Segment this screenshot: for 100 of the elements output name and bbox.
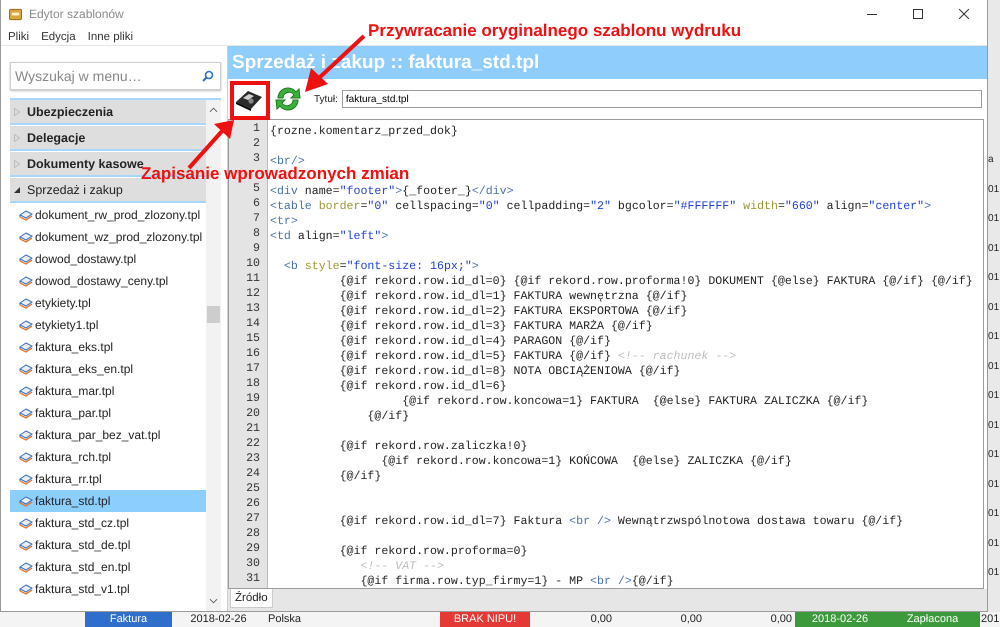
line-number: 10 <box>245 256 261 271</box>
table-cell-text: Polska <box>267 612 302 627</box>
document-icon <box>19 319 33 331</box>
code-line: {@if rekord.row.proforma=0} <box>338 545 528 558</box>
table-cell-text: 01 <box>988 360 1000 374</box>
document-icon <box>19 231 33 243</box>
table-cell-text: 2018-02-26 <box>189 612 248 627</box>
tree-item[interactable]: faktura_mar.tpl <box>10 380 206 402</box>
table-cell: BRAK NIPU! <box>440 612 530 627</box>
tree-group[interactable]: Ubezpieczenia <box>10 100 206 125</box>
line-number: 9 <box>252 241 261 256</box>
table-cell-text: 01 <box>988 213 1000 226</box>
title-label: Tytuł: <box>314 94 338 104</box>
line-number: 3 <box>252 151 261 166</box>
code-line: {@/if} <box>366 410 410 423</box>
table-cell-text: 0,00 <box>770 612 793 627</box>
line-number: 22 <box>245 436 261 451</box>
table-cell-text: 01 <box>988 302 1000 314</box>
line-number: 1 <box>252 121 261 136</box>
title-field[interactable]: faktura_std.tpl <box>342 90 982 108</box>
search-field[interactable]: Wyszukaj w menu… <box>10 62 221 90</box>
table-cell-text: 01 <box>988 508 1000 521</box>
tree-item[interactable]: faktura_eks.tpl <box>10 336 206 358</box>
expanded-icon <box>13 186 21 194</box>
line-number: 23 <box>245 451 261 466</box>
menu-item[interactable]: Pliki <box>8 30 30 42</box>
tree-item[interactable]: faktura_rr.tpl <box>10 468 206 490</box>
menu-item[interactable]: Inne pliki <box>88 30 134 42</box>
code-line: {@if rekord.row.koncowa=1} FAKTURA {@else} FAKTURA ZALICZKA {@/if} <box>401 395 868 408</box>
scroll-down-icon[interactable] <box>209 598 218 604</box>
code-line: {@if rekord.row.id_dl=3} FAKTURA MARŻA {@/if} <box>338 320 653 333</box>
collapsed-icon <box>13 134 21 142</box>
code-line: {@if rekord.row.id_dl=2} FAKTURA EKSPORTOWA {@/if} <box>338 305 688 318</box>
line-number: 20 <box>245 406 261 421</box>
table-cell-text: 01 <box>988 242 1000 256</box>
line-number: 16 <box>245 346 261 361</box>
tree-item[interactable]: faktura_std_cz.tpl <box>10 512 206 534</box>
code-line: {@if rekord.row.id_dl=4} PARAGON {@/if} <box>338 335 611 348</box>
code-line: <b style="font-size: 16px;"> <box>282 260 479 273</box>
line-number: 25 <box>245 481 261 496</box>
document-icon <box>19 385 33 397</box>
code-line: {@if rekord.row.koncowa=1} KOŃCOWA {@else} ZALICZKA {@/if} <box>380 455 792 468</box>
code-line: <div name="footer">{_footer_}</div> <box>270 185 514 198</box>
app-icon <box>9 8 22 20</box>
line-number: 15 <box>245 331 261 346</box>
line-number: 5 <box>253 182 260 196</box>
document-icon <box>19 341 33 353</box>
line-number: 8 <box>252 226 261 241</box>
table-header: a <box>988 154 995 167</box>
tree-item[interactable]: faktura_par.tpl <box>10 402 206 424</box>
tree-group[interactable]: Delegacje <box>10 126 206 151</box>
tree-item[interactable]: etykiety.tpl <box>10 292 206 314</box>
table-cell-text: 01 <box>988 272 1000 285</box>
table-cell: Faktura <box>85 612 172 627</box>
tree-item[interactable]: faktura_std.tpl <box>10 490 206 512</box>
tree-item[interactable]: dokument_wz_prod_zlozony.tpl <box>10 226 206 248</box>
code-line: {@if rekord.row.id_dl=1} FAKTURA wewnętrzna {@/if} <box>338 290 688 303</box>
line-number: 27 <box>245 511 261 526</box>
code-line: {@if rekord.row.zaliczka!0} <box>338 440 528 453</box>
document-icon <box>19 539 33 551</box>
table-cell-text: 0,00 <box>590 612 613 627</box>
code-line: {@/if} <box>338 470 382 483</box>
line-number: 13 <box>245 301 261 316</box>
code-line: {rozne.komentarz_przed_dok} <box>270 125 458 138</box>
code-line: <tr> <box>270 215 298 228</box>
refresh-icon <box>274 85 302 113</box>
tree-item[interactable]: faktura_std_en.tpl <box>10 556 206 578</box>
tree-item[interactable]: faktura_std_v1.tpl <box>10 578 206 600</box>
tree-item[interactable]: faktura_std_de.tpl <box>10 534 206 556</box>
document-icon <box>19 517 33 529</box>
tree-item[interactable]: dowod_dostawy_ceny.tpl <box>10 270 206 292</box>
tree-item[interactable]: faktura_eks_en.tpl <box>10 358 206 380</box>
line-number: 19 <box>245 391 261 406</box>
tree-item[interactable]: dowod_dostawy.tpl <box>10 248 206 270</box>
table-cell-text: 01 <box>988 390 1000 403</box>
search-icon <box>202 70 214 82</box>
scroll-thumb[interactable] <box>207 306 220 323</box>
document-icon <box>19 451 33 463</box>
code-line: {@if rekord.row.id_dl=0} {@if rekord.row.proforma!0} DOKUMENT {@else} FAKTURA {@/if} {@/if} <box>338 275 973 288</box>
tab[interactable]: Źródło <box>230 589 273 608</box>
code-line: <br/> <box>270 155 305 168</box>
tree-item[interactable]: dokument_rw_prod_zlozony.tpl <box>10 204 206 226</box>
tree-item[interactable]: faktura_rch.tpl <box>10 446 206 468</box>
document-icon <box>19 363 33 375</box>
maximize-icon <box>913 9 924 19</box>
tree-item[interactable]: etykiety1.tpl <box>10 314 206 336</box>
table-cell-text: 01 <box>988 420 1000 432</box>
document-icon <box>19 407 33 419</box>
code-line: {@if rekord.row.id_dl=8} NOTA OBCIĄŻENIOWA {@/if} <box>338 365 680 378</box>
line-number: 24 <box>245 466 261 481</box>
tree-item[interactable]: faktura_par_bez_vat.tpl <box>10 424 206 446</box>
document-icon <box>19 473 33 485</box>
menu-item[interactable]: Edycja <box>41 30 76 42</box>
code-line: {@if rekord.row.id_dl=7} Faktura <br /> Wewnątrzwspólnotowa dostawa towaru {@/if} <box>338 515 904 528</box>
table-cell: Zapłacona <box>885 612 980 627</box>
table-cell-text: 0,00 <box>680 612 703 627</box>
document-icon <box>19 561 33 573</box>
document-icon <box>19 583 33 595</box>
scroll-up-icon[interactable] <box>209 107 218 113</box>
line-number: 7 <box>252 211 261 226</box>
